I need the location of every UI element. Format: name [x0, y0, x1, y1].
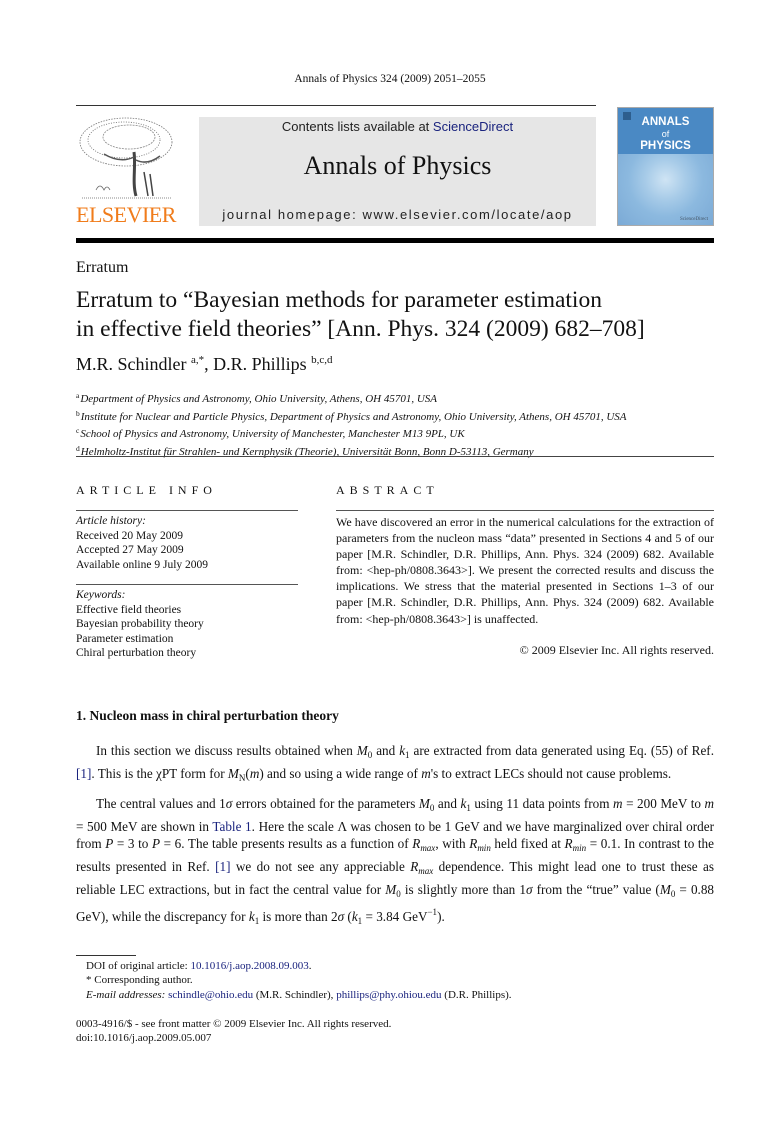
title-divider [76, 456, 714, 457]
author-marks[interactable]: a,* [191, 354, 204, 366]
cover-title-line3: PHYSICS [640, 140, 691, 152]
original-doi-link[interactable]: 10.1016/j.aop.2008.09.003 [190, 960, 308, 972]
author-marks[interactable]: b,c,d [311, 354, 332, 366]
article-title: Erratum to “Bayesian methods for paramet… [76, 286, 736, 344]
cover-publisher-mark: ScienceDirect [679, 217, 708, 222]
doi-footnote: DOI of original article: 10.1016/j.aop.2… [86, 960, 312, 972]
cover-title: ANNALS of PHYSICS [618, 116, 713, 152]
front-matter: 0003-4916/$ - see front matter © 2009 El… [76, 1017, 391, 1046]
contents-line: Contents lists available at ScienceDirec… [199, 119, 596, 134]
abstract-copyright: © 2009 Elsevier Inc. All rights reserved… [519, 643, 714, 657]
article-doi: doi:10.1016/j.aop.2009.05.007 [76, 1032, 212, 1045]
journal-masthead: Contents lists available at ScienceDirec… [199, 117, 596, 226]
elsevier-logo[interactable]: ELSEVIER [74, 112, 178, 228]
cover-ripple-graphic [618, 154, 713, 225]
email-link[interactable]: schindle@ohio.edu [168, 989, 253, 1001]
table-link[interactable]: Table 1 [212, 819, 251, 834]
article-title-line2: in effective field theories” [Ann. Phys.… [76, 316, 645, 342]
keyword-item: Effective field theories [76, 603, 182, 616]
body-paragraph: In this section we discuss results obtai… [76, 743, 714, 783]
keywords-label: Keywords: [76, 589, 126, 601]
journal-name: Annals of Physics [303, 151, 492, 180]
author-name[interactable]: D.R. Phillips [213, 354, 307, 374]
article-info-heading: ARTICLE INFO [76, 483, 217, 497]
affiliation-item: bInstitute for Nuclear and Particle Phys… [76, 407, 726, 425]
history-received: Received 20 May 2009 [76, 529, 183, 542]
keyword-item: Parameter estimation [76, 632, 174, 645]
masthead-divider [76, 238, 714, 243]
affiliation-mark: d [76, 443, 80, 453]
email-link[interactable]: phillips@phy.ohiou.edu [336, 989, 441, 1001]
history-label: Article history: [76, 515, 146, 527]
affiliation-item: aDepartment of Physics and Astronomy, Oh… [76, 389, 726, 407]
affiliation-mark: b [76, 408, 80, 418]
abstract-heading: ABSTRACT [336, 483, 439, 497]
keyword-item: Bayesian probability theory [76, 618, 204, 631]
journal-homepage-link[interactable]: journal homepage: www.elsevier.com/locat… [199, 207, 596, 222]
cover-title-line1: ANNALS [641, 116, 690, 128]
abstract-rule [336, 510, 714, 511]
footnote-rule [76, 955, 136, 956]
elsevier-tree-icon [79, 117, 173, 199]
elsevier-wordmark: ELSEVIER [76, 202, 176, 227]
article-title-line1: Erratum to “Bayesian methods for paramet… [76, 287, 602, 313]
article-type: Erratum [76, 259, 129, 276]
author-list: M.R. Schindler a,*, D.R. Phillips b,c,d [76, 354, 333, 375]
footnotes: DOI of original article: 10.1016/j.aop.2… [86, 959, 706, 1002]
author-separator: , [204, 354, 214, 374]
affiliation-text: Department of Physics and Astronomy, Ohi… [80, 393, 438, 405]
reference-link[interactable]: [1] [215, 859, 230, 874]
issn-line: 0003-4916/$ - see front matter © 2009 El… [76, 1018, 392, 1030]
affiliation-mark: a [76, 391, 80, 400]
sciencedirect-link[interactable]: ScienceDirect [433, 119, 513, 134]
corresponding-author-note: * Corresponding author. [86, 974, 193, 987]
abstract-body: We have discovered an error in the numer… [336, 515, 714, 626]
header-rule [76, 105, 596, 106]
contents-prefix: Contents lists available at [281, 119, 433, 134]
history-accepted: Accepted 27 May 2009 [76, 544, 184, 557]
reference-link[interactable]: [1] [76, 766, 91, 781]
affiliation-mark: c [76, 426, 80, 436]
keywords-rule [76, 584, 298, 585]
email-footnote: E-mail addresses: schindle@ohio.edu (M.R… [86, 988, 512, 1001]
affiliation-item: cSchool of Physics and Astronomy, Univer… [76, 424, 726, 442]
article-history: Article history: Received 20 May 2009 Ac… [76, 514, 298, 572]
author-name[interactable]: M.R. Schindler [76, 354, 187, 374]
cover-title-line2: of [661, 129, 670, 139]
article-info-rule [76, 510, 298, 511]
affiliation-text: School of Physics and Astronomy, Univers… [80, 428, 465, 441]
journal-citation: Annals of Physics 324 (2009) 2051–2055 [294, 73, 486, 85]
journal-cover-image[interactable]: ANNALS of PHYSICS ScienceDirect [617, 107, 714, 226]
affiliation-text: Institute for Nuclear and Particle Physi… [80, 410, 627, 423]
keywords: Keywords: Effective field theories Bayes… [76, 588, 298, 661]
history-online: Available online 9 July 2009 [76, 558, 209, 571]
keyword-item: Chiral perturbation theory [76, 647, 197, 660]
body-paragraph: The central values and 1σ errors obtaine… [76, 796, 715, 926]
affiliation-list: aDepartment of Physics and Astronomy, Oh… [76, 389, 726, 459]
section-heading: 1. Nucleon mass in chiral perturbation t… [76, 708, 339, 723]
